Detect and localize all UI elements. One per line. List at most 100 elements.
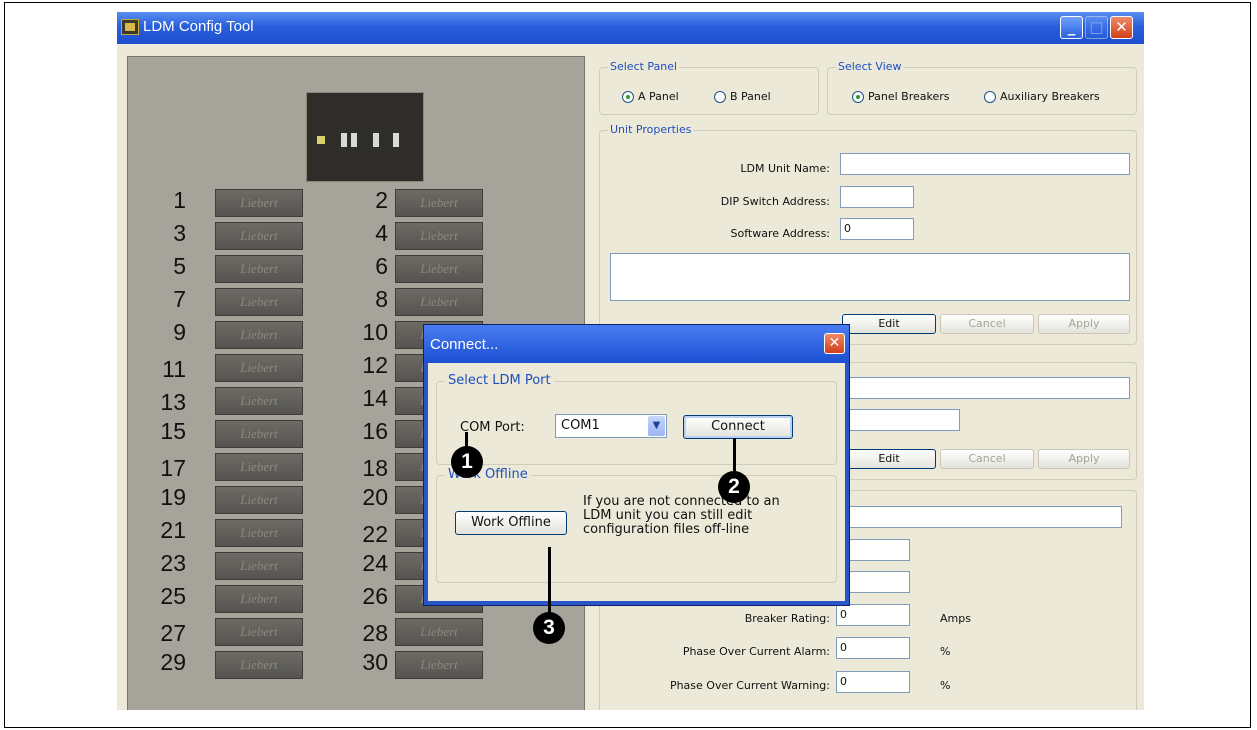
circuit-number: 29 <box>160 649 186 675</box>
software-address-field[interactable]: 0 <box>840 218 914 240</box>
breaker-slot-button[interactable]: Liebert <box>215 288 303 316</box>
callout-1: 1 <box>451 446 483 478</box>
breaker-slot-button[interactable]: Liebert <box>215 486 303 514</box>
callout-2: 2 <box>718 471 750 503</box>
unit-notes-box[interactable] <box>610 253 1130 301</box>
phase-over-current-warning-unit: % <box>940 679 951 692</box>
edit-button-2[interactable]: Edit <box>842 449 936 469</box>
breaker-slot-button[interactable]: Liebert <box>395 651 483 679</box>
offline-info-text: If you are not connected to an LDM unit … <box>583 494 780 537</box>
circuit-number: 7 <box>173 286 186 312</box>
breaker-slot-button[interactable]: Liebert <box>215 255 303 283</box>
maximize-button[interactable]: □ <box>1085 16 1108 39</box>
breaker-slot-button[interactable]: Liebert <box>215 354 303 382</box>
dialog-body: Select LDM Port COM Port: COM1 ▼ Connect… <box>428 363 845 601</box>
ldm-unit-name-field[interactable] <box>840 153 1130 175</box>
circuit-number: 27 <box>160 620 186 646</box>
circuit-number: 1 <box>173 187 186 213</box>
circuit-number: 9 <box>173 319 186 345</box>
connect-button[interactable]: Connect <box>683 415 793 439</box>
radio-selected-icon <box>622 91 634 103</box>
apply-button[interactable]: Apply <box>1038 314 1130 334</box>
breaker-slot-button[interactable]: Liebert <box>215 618 303 646</box>
circuit-number: 13 <box>160 389 186 415</box>
circuit-number: 15 <box>160 418 186 444</box>
circuit-number: 4 <box>375 220 388 246</box>
circuit-number: 12 <box>362 352 388 378</box>
com-port-select[interactable]: COM1 ▼ <box>555 414 667 438</box>
breaker-name-field[interactable] <box>836 506 1122 528</box>
dialog-title-bar[interactable]: Connect... ✕ <box>424 325 849 363</box>
breaker-rating-field[interactable]: 0 <box>836 604 910 626</box>
breaker-rating-unit: Amps <box>940 612 971 625</box>
app-icon <box>121 19 139 35</box>
unit-properties-caption: Unit Properties <box>608 123 694 137</box>
dialog-close-button[interactable]: ✕ <box>824 333 845 354</box>
circuit-number: 2 <box>375 187 388 213</box>
circuit-number: 24 <box>362 550 388 576</box>
port-address-field[interactable] <box>840 409 960 431</box>
unit-properties-group: Unit Properties LDM Unit Name: DIP Switc… <box>599 123 1137 345</box>
phase-over-current-alarm-field[interactable]: 0 <box>836 637 910 659</box>
callout-3: 3 <box>533 612 565 644</box>
connect-dialog: Connect... ✕ Select LDM Port COM Port: C… <box>423 324 850 606</box>
breaker-slot-button[interactable]: Liebert <box>215 387 303 415</box>
breaker-slot-button[interactable]: Liebert <box>215 651 303 679</box>
cancel-button-2[interactable]: Cancel <box>940 449 1034 469</box>
circuit-number: 30 <box>362 649 388 675</box>
radio-auxiliary-breakers[interactable]: Auxiliary Breakers <box>984 90 1100 104</box>
dip-switch-address-label: DIP Switch Address: <box>720 195 830 208</box>
radio-b-panel[interactable]: B Panel <box>714 90 771 104</box>
select-view-group: Select View Panel Breakers Auxiliary Bre… <box>827 60 1137 115</box>
radio-panel-breakers[interactable]: Panel Breakers <box>852 90 950 104</box>
circuit-number: 26 <box>362 583 388 609</box>
breaker-slot-button[interactable]: Liebert <box>395 222 483 250</box>
circuit-number: 10 <box>362 319 388 345</box>
circuit-number: 5 <box>173 253 186 279</box>
select-panel-group: Select Panel A Panel B Panel <box>599 60 819 115</box>
circuit-number: 16 <box>362 418 388 444</box>
select-ldm-port-caption: Select LDM Port <box>445 373 554 389</box>
port-name-field[interactable] <box>840 377 1130 399</box>
close-button[interactable]: ✕ <box>1110 16 1133 39</box>
work-offline-group: Work Offline Work Offline If you are not… <box>436 467 837 583</box>
breaker-slot-button[interactable]: Liebert <box>215 453 303 481</box>
select-ldm-port-group: Select LDM Port COM Port: COM1 ▼ Connect <box>436 373 837 465</box>
breaker-slot-button[interactable]: Liebert <box>215 321 303 349</box>
main-breaker-image <box>306 92 424 182</box>
breaker-slot-button[interactable]: Liebert <box>215 519 303 547</box>
breaker-slot-button[interactable]: Liebert <box>215 222 303 250</box>
circuit-number: 3 <box>173 220 186 246</box>
minimize-button[interactable]: _ <box>1060 16 1083 39</box>
breaker-slot-button[interactable]: Liebert <box>215 552 303 580</box>
select-panel-caption: Select Panel <box>608 60 680 74</box>
circuit-number: 8 <box>375 286 388 312</box>
circuit-number: 28 <box>362 620 388 646</box>
breaker-slot-button[interactable]: Liebert <box>395 189 483 217</box>
radio-a-panel[interactable]: A Panel <box>622 90 679 104</box>
radio-empty-icon <box>984 91 996 103</box>
circuit-number: 11 <box>162 356 186 382</box>
dip-switch-address-field[interactable] <box>840 186 914 208</box>
apply-button-2[interactable]: Apply <box>1038 449 1130 469</box>
window-title: LDM Config Tool <box>143 18 254 35</box>
com-port-label: COM Port: <box>460 420 525 435</box>
breaker-slot-button[interactable]: Liebert <box>395 618 483 646</box>
cancel-button[interactable]: Cancel <box>940 314 1034 334</box>
chevron-down-icon[interactable]: ▼ <box>648 416 665 436</box>
breaker-slot-button[interactable]: Liebert <box>215 585 303 613</box>
select-view-caption: Select View <box>836 60 904 74</box>
circuit-number: 21 <box>160 517 186 543</box>
breaker-slot-button[interactable]: Liebert <box>215 189 303 217</box>
phase-over-current-warning-field[interactable]: 0 <box>836 671 910 693</box>
breaker-slot-button[interactable]: Liebert <box>395 255 483 283</box>
title-bar[interactable]: LDM Config Tool _ □ ✕ <box>117 12 1144 44</box>
breaker-slot-button[interactable]: Liebert <box>215 420 303 448</box>
breaker-rating-label: Breaker Rating: <box>744 612 830 625</box>
circuit-number: 17 <box>160 455 186 481</box>
edit-button[interactable]: Edit <box>842 314 936 334</box>
phase-over-current-alarm-label: Phase Over Current Alarm: <box>682 645 830 658</box>
work-offline-button[interactable]: Work Offline <box>455 511 567 535</box>
breaker-slot-button[interactable]: Liebert <box>395 288 483 316</box>
phase-over-current-warning-label: Phase Over Current Warning: <box>669 679 830 692</box>
